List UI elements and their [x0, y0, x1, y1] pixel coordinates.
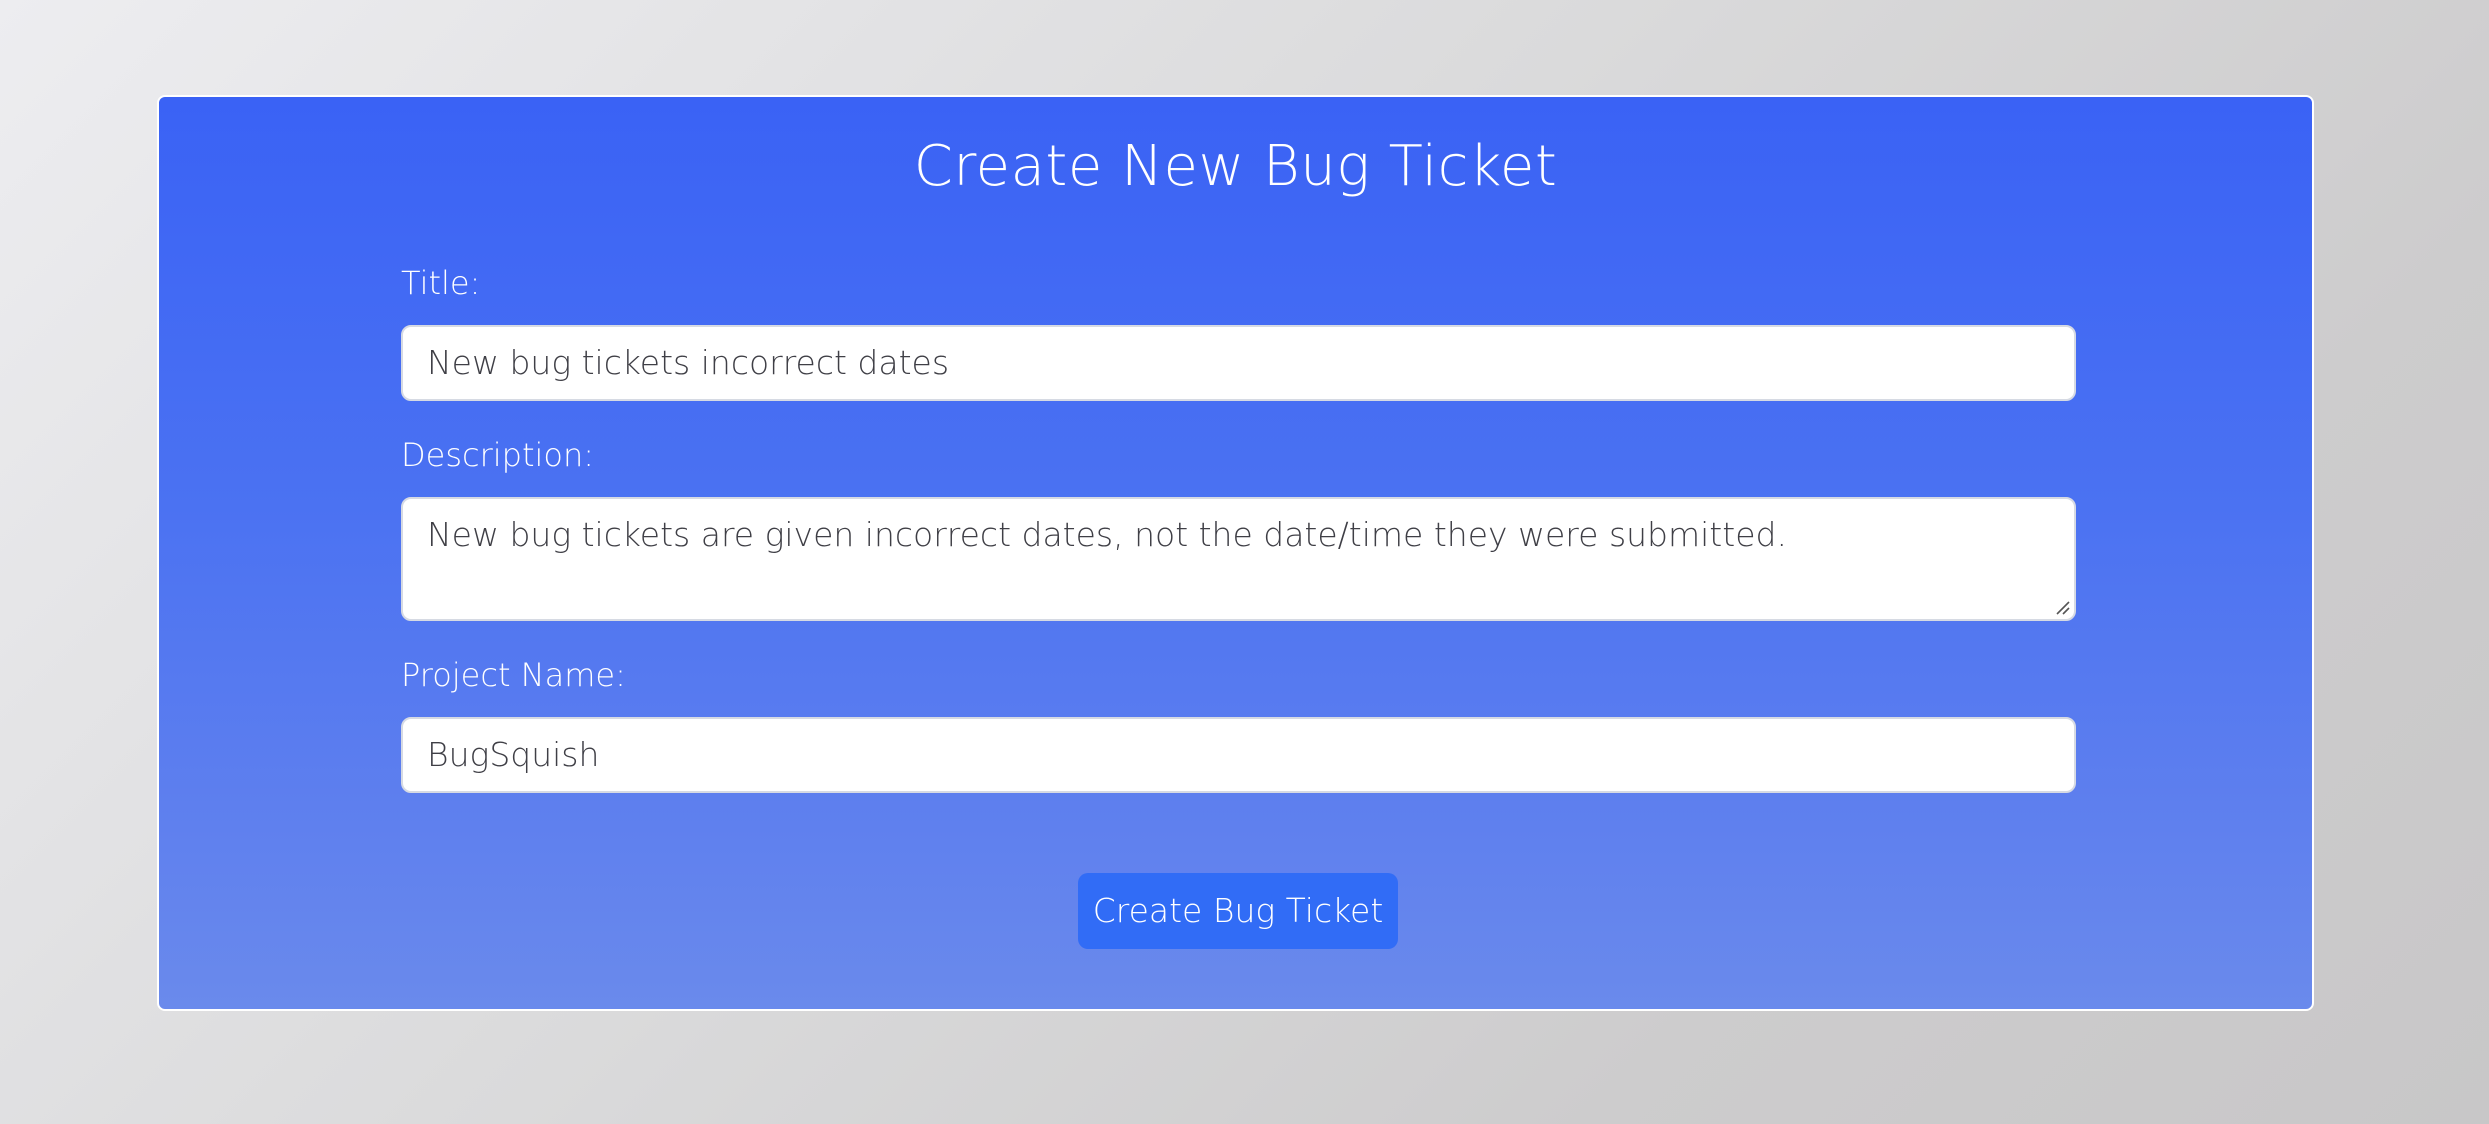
description-label: Description: — [401, 436, 595, 474]
description-textarea[interactable]: New bug tickets are given incorrect date… — [401, 497, 2076, 621]
create-ticket-card: Create New Bug Ticket Title: New bug tic… — [157, 95, 2314, 1011]
title-input-value: New bug tickets incorrect dates — [427, 343, 950, 382]
project-name-input[interactable]: BugSquish — [401, 717, 2076, 793]
resize-handle-icon[interactable] — [2054, 599, 2070, 615]
project-name-input-value: BugSquish — [427, 735, 600, 774]
description-textarea-value: New bug tickets are given incorrect date… — [427, 515, 1787, 554]
create-bug-ticket-button[interactable]: Create Bug Ticket — [1078, 873, 1398, 949]
project-name-label: Project Name: — [401, 656, 626, 694]
title-input[interactable]: New bug tickets incorrect dates — [401, 325, 2076, 401]
page-title: Create New Bug Ticket — [913, 134, 1558, 199]
title-label: Title: — [401, 264, 481, 302]
